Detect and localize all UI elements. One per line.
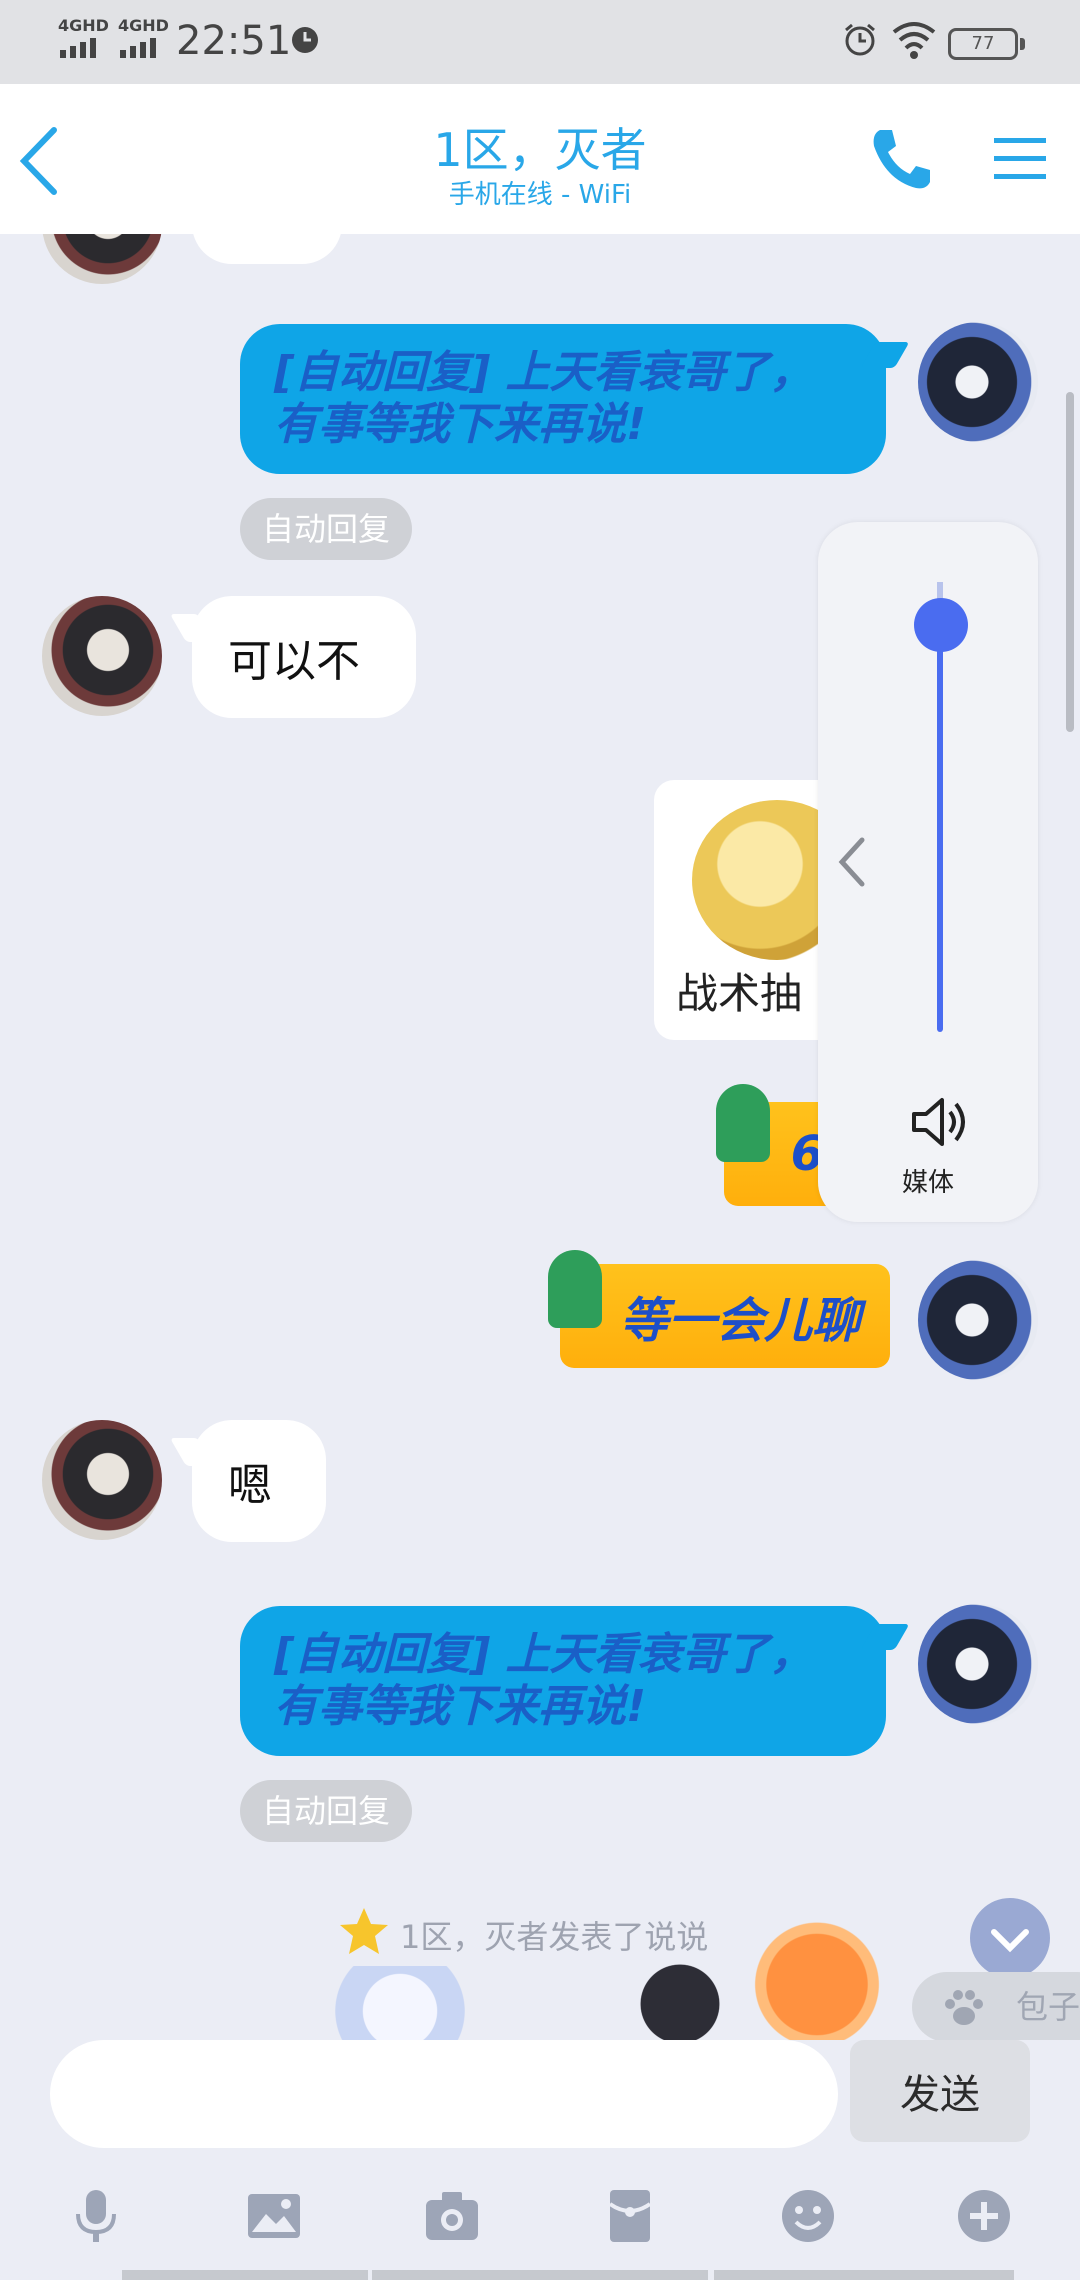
dinosaur-sticker-icon (716, 1084, 770, 1162)
volume-slider-handle[interactable] (914, 598, 968, 652)
network-type-1: 4GHD (58, 16, 109, 35)
scroll-to-bottom-button[interactable] (970, 1898, 1050, 1978)
chat-header: 1区，灭者 手机在线 - WiFi (0, 84, 1080, 234)
red-packet-icon[interactable] (600, 2186, 660, 2246)
status-bar: 4GHD 4GHD 22:51 77 (0, 0, 1080, 84)
contact-avatar[interactable] (42, 1420, 162, 1540)
camera-icon[interactable] (422, 2186, 482, 2246)
auto-reply-tag: 自动回复 (240, 1780, 413, 1842)
alarm-clock-icon (845, 23, 875, 56)
volume-stream-label: 媒体 (901, 1168, 954, 1198)
plus-icon[interactable] (954, 2186, 1014, 2246)
message-bubble-incoming[interactable]: 嗯 (192, 1420, 326, 1542)
chat-screen: 4GHD 4GHD 22:51 77 1区，灭者 手机在线 - WiFi [自动… (0, 0, 1080, 2280)
dinosaur-sticker-icon (548, 1250, 602, 1328)
contact-avatar[interactable] (42, 596, 162, 716)
feed-banner-text: 1区，灭者发表了说说 (400, 1918, 709, 1956)
wifi-icon (892, 22, 936, 59)
scrollbar[interactable] (1066, 392, 1074, 732)
my-avatar[interactable] (918, 1604, 1038, 1724)
message-input[interactable] (50, 2040, 838, 2148)
auto-reply-tag: 自动回复 (240, 498, 413, 560)
speaker-icon[interactable] (908, 1092, 974, 1152)
pet-shortcut[interactable]: 包子 (912, 1972, 1080, 2042)
feed-banner[interactable]: 1区，灭者发表了说说 (150, 1896, 910, 2056)
cat-mascot-image (742, 1902, 892, 2052)
volume-popup: 媒体 (818, 522, 1038, 1222)
nav-indicator (122, 2270, 368, 2280)
send-button[interactable]: 发送 (850, 2040, 1030, 2142)
sticker-message-wait[interactable]: 等一会儿聊 (560, 1264, 890, 1368)
message-bubble-outgoing[interactable]: [自动回复] 上天看衰哥了，有事等我下来再说! (240, 1606, 886, 1756)
my-avatar[interactable] (918, 1260, 1038, 1380)
network-type-2: 4GHD (118, 16, 169, 35)
sticker-caption: 战术抽 (676, 969, 803, 1018)
emoji-icon[interactable] (778, 2186, 838, 2246)
sticker-text: 等一会儿聊 (619, 1293, 860, 1349)
battery-indicator: 77 (948, 28, 1025, 60)
paw-icon (945, 1990, 983, 2025)
signal-bars-2-icon (120, 38, 156, 58)
alarm-icon (292, 27, 318, 53)
nav-indicator (372, 2270, 708, 2280)
phone-call-icon[interactable] (866, 124, 936, 194)
chevron-down-icon (991, 1929, 1029, 1953)
signal-bars-1-icon (60, 38, 96, 58)
contact-avatar[interactable] (42, 234, 162, 284)
message-bubble-outgoing[interactable]: [自动回复] 上天看衰哥了，有事等我下来再说! (240, 324, 886, 474)
star-icon (340, 1908, 388, 1954)
clock: 22:51 (176, 18, 292, 64)
microphone-icon[interactable] (66, 2186, 126, 2246)
my-avatar[interactable] (918, 322, 1038, 442)
menu-icon[interactable] (992, 130, 1048, 186)
input-bar: 发送 (0, 2040, 1080, 2280)
message-bubble-incoming-partial[interactable] (192, 234, 342, 264)
anime-character-image (620, 1954, 740, 2054)
image-icon[interactable] (244, 2186, 304, 2246)
nav-indicator (714, 2270, 1014, 2280)
message-bubble-incoming[interactable]: 可以不 (192, 596, 416, 718)
chevron-left-icon[interactable] (832, 832, 872, 892)
pet-shortcut-label: 包子 (1016, 1988, 1080, 2026)
